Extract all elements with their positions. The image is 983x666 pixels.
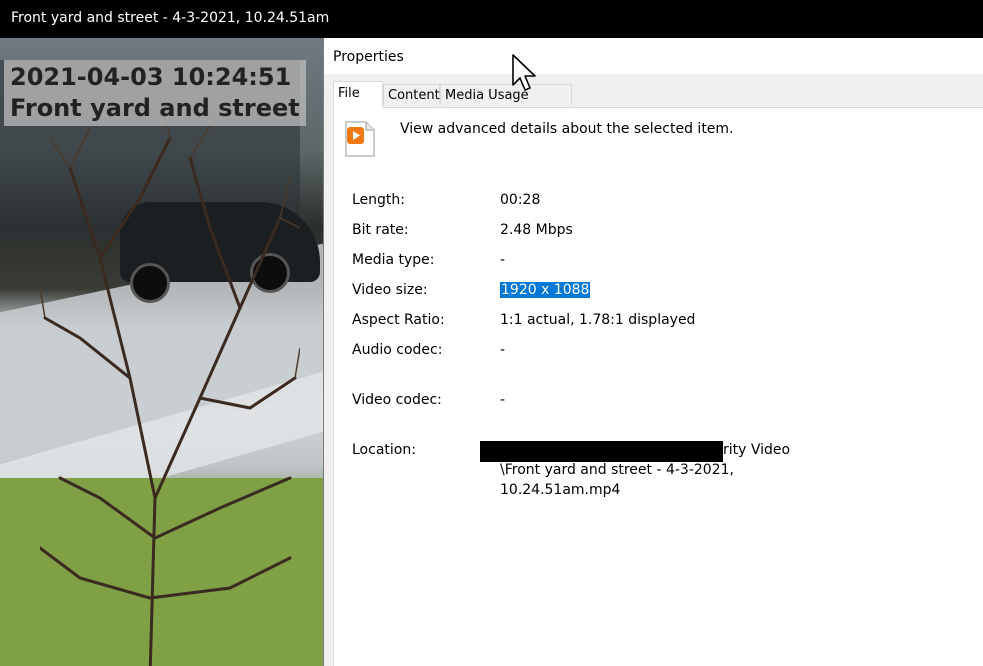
media-type-label: Media type: (352, 252, 435, 268)
tab-media-usage-rights[interactable]: Media Usage Rights (440, 84, 572, 124)
properties-dialog: Properties File Content Media Usage Righ… (323, 38, 983, 666)
location-value-line1[interactable]: rity Video (723, 442, 790, 458)
mouse-cursor-icon (512, 54, 536, 91)
location-value-line2[interactable]: \Front yard and street - 4-3-2021, (500, 462, 734, 478)
video-codec-label: Video codec: (352, 392, 442, 408)
video-osd-overlay: 2021-04-03 10:24:51 Front yard and stree… (4, 60, 306, 126)
tab-content[interactable]: Content (383, 84, 440, 105)
player-window-title: Front yard and street - 4-3-2021, 10.24.… (11, 10, 330, 26)
bit-rate-value[interactable]: 2.48 Mbps (500, 222, 573, 238)
video-file-icon (345, 121, 375, 157)
length-label: Length: (352, 192, 406, 208)
video-size-label: Video size: (352, 282, 428, 298)
osd-timestamp: 2021-04-03 10:24:51 (10, 63, 292, 91)
video-size-value[interactable]: 1920 x 1088 (500, 282, 591, 298)
tab-container: File Content Media Usage Rights View adv… (324, 74, 983, 666)
aspect-ratio-value[interactable]: 1:1 actual, 1.78:1 displayed (500, 312, 695, 328)
length-value[interactable]: 00:28 (500, 192, 540, 208)
audio-codec-value[interactable]: - (500, 342, 505, 358)
media-type-value[interactable]: - (500, 252, 505, 268)
panel-description: View advanced details about the selected… (400, 121, 734, 137)
osd-camera-name: Front yard and street (10, 94, 300, 122)
dialog-title: Properties (333, 49, 404, 65)
video-size-value-field[interactable]: 1920 x 1088 (500, 282, 591, 298)
file-tab-panel: View advanced details about the selected… (333, 107, 983, 666)
redaction-bar (480, 441, 723, 462)
video-tree-branches (40, 97, 300, 666)
location-label: Location: (352, 442, 416, 458)
video-frame[interactable]: 2021-04-03 10:24:51 Front yard and stree… (0, 38, 323, 666)
bit-rate-label: Bit rate: (352, 222, 409, 238)
aspect-ratio-label: Aspect Ratio: (352, 312, 445, 328)
tab-file[interactable]: File (333, 81, 383, 108)
audio-codec-label: Audio codec: (352, 342, 443, 358)
player-title-bar[interactable]: Front yard and street - 4-3-2021, 10.24.… (0, 0, 983, 38)
video-codec-value[interactable]: - (500, 392, 505, 408)
location-value-line3[interactable]: 10.24.51am.mp4 (500, 482, 620, 498)
